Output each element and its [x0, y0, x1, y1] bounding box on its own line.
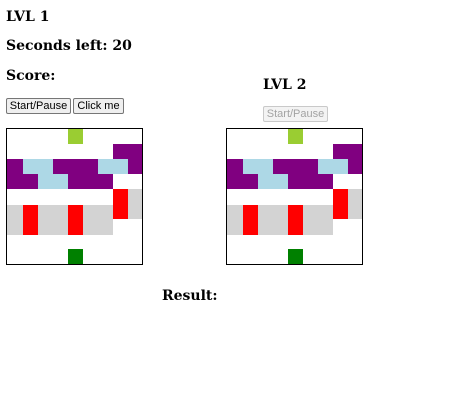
game-board-level1	[6, 128, 143, 265]
water-tile	[98, 159, 128, 174]
water-tile	[243, 159, 273, 174]
car	[23, 205, 38, 235]
log	[288, 174, 333, 189]
water-tile	[23, 159, 53, 174]
log	[53, 159, 98, 174]
log	[348, 159, 362, 174]
car	[243, 205, 258, 235]
log	[273, 159, 318, 174]
level1-title: LVL 1	[6, 9, 50, 25]
log	[227, 159, 243, 189]
water-tile	[318, 159, 348, 174]
goal-cell	[288, 129, 303, 144]
water-tile	[258, 174, 288, 189]
log	[7, 159, 23, 189]
log	[333, 144, 362, 159]
car	[333, 189, 348, 219]
seconds-left-label: Seconds left: 20	[6, 38, 132, 54]
water-tile	[38, 174, 68, 189]
road-lane	[348, 189, 362, 219]
car	[288, 205, 303, 235]
level2-title: LVL 2	[263, 77, 307, 93]
score-label: Score:	[6, 68, 56, 84]
click-me-button[interactable]: Click me	[73, 98, 124, 114]
goal-cell	[68, 129, 83, 144]
log	[68, 174, 113, 189]
log	[243, 174, 258, 189]
log	[113, 144, 142, 159]
log	[128, 159, 142, 174]
car	[113, 189, 128, 219]
start-pause-button[interactable]: Start/Pause	[6, 98, 71, 114]
player-frog	[68, 249, 83, 264]
start-pause-button-level2: Start/Pause	[263, 106, 328, 122]
game-board-level2	[226, 128, 363, 265]
car	[68, 205, 83, 235]
log	[23, 174, 38, 189]
player-frog	[288, 249, 303, 264]
result-label: Result:	[162, 288, 218, 304]
road-lane	[128, 189, 142, 219]
